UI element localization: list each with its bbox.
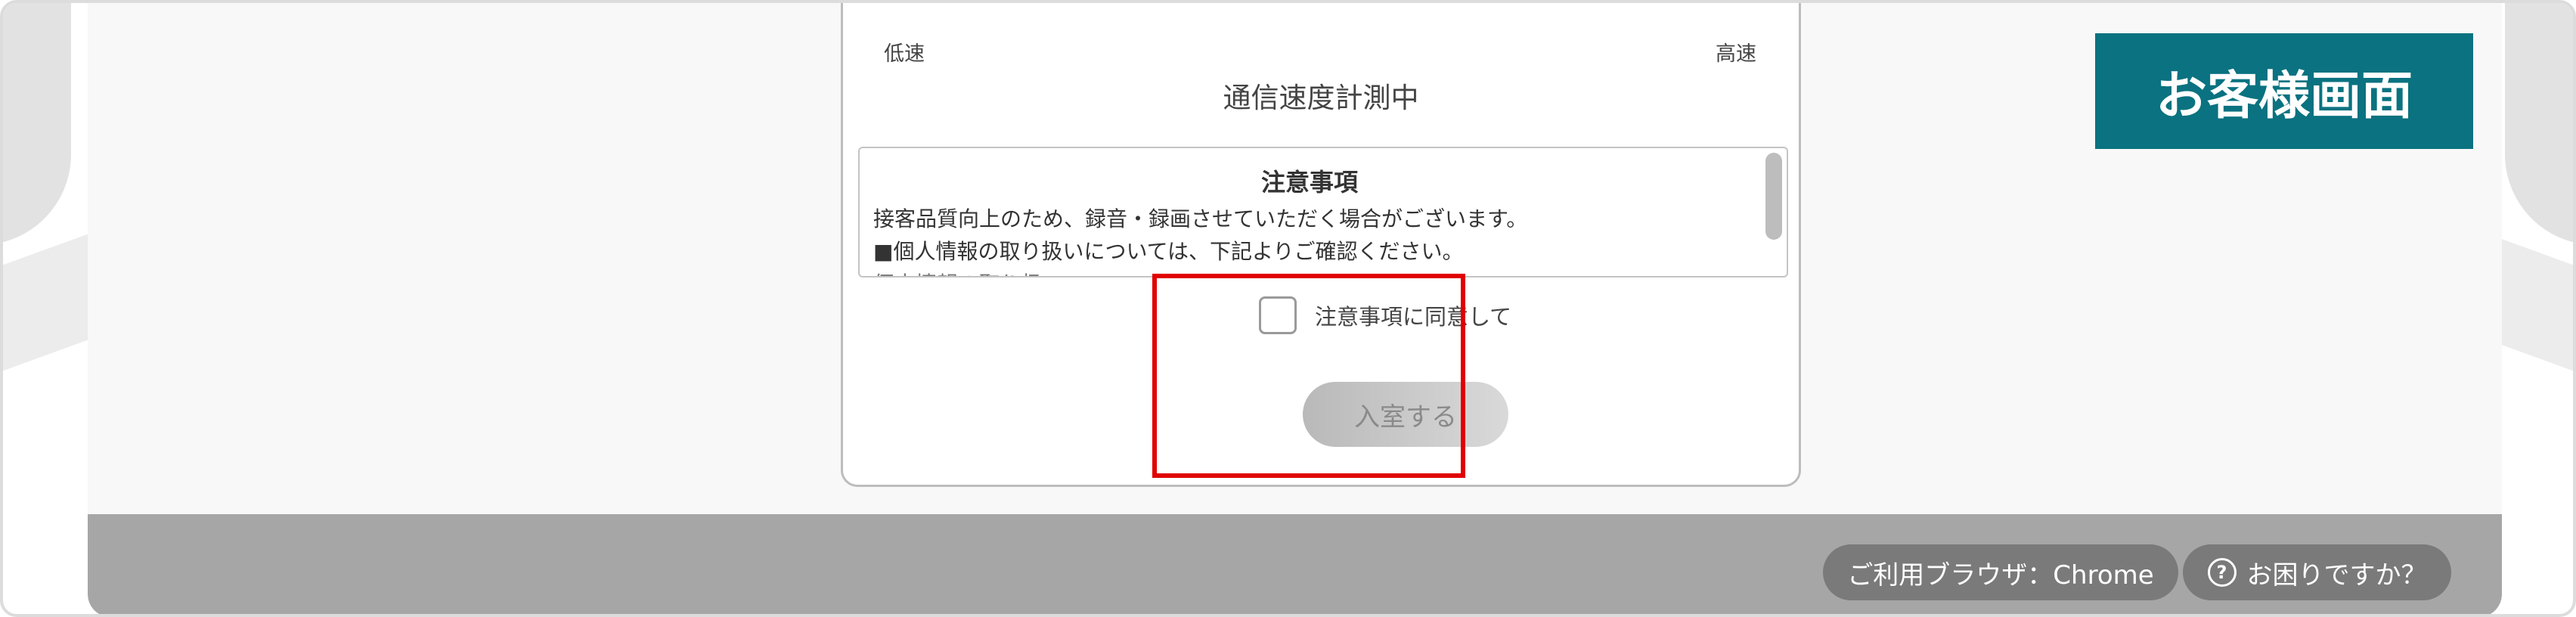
help-label: お困りですか？ [2246,560,2427,591]
privacy-link[interactable]: 個人情報の取り扱い [873,268,1064,276]
speed-high-label: 高速 [1716,42,1756,66]
speed-low-label: 低速 [884,42,925,66]
customer-screen-badge: お客様画面 [2095,33,2473,149]
scrollbar-thumb[interactable] [1765,153,1782,240]
help-button[interactable]: ? お困りですか？ [2183,544,2451,600]
notice-line: ■個人情報の取り扱いについては、下記よりご確認ください。 [873,239,1464,264]
notice-title: 注意事項 [1260,168,1358,197]
notice-line: 接客品質向上のため、録音・録画させていただく場合がございます。 [873,206,1528,231]
footer-bar: ご利用ブラウザ：Chrome ? お困りですか？ [88,514,2502,614]
decorative-curve-left [3,3,71,245]
notice-scrollbar[interactable] [1765,153,1782,271]
speed-measuring-status: 通信速度計測中 [1223,82,1419,114]
notice-box[interactable]: 注意事項 接客品質向上のため、録音・録画させていただく場合がございます。 ■個人… [858,147,1788,277]
decorative-band-left [3,231,94,380]
question-circle-icon: ? [2207,558,2237,587]
highlight-box [1152,274,1465,478]
decorative-curve-right [2505,3,2573,245]
screen: 低速 高速 通信速度計測中 注意事項 接客品質向上のため、録音・録画させていただ… [0,0,2576,617]
browser-info-pill: ご利用ブラウザ：Chrome [1823,544,2178,600]
